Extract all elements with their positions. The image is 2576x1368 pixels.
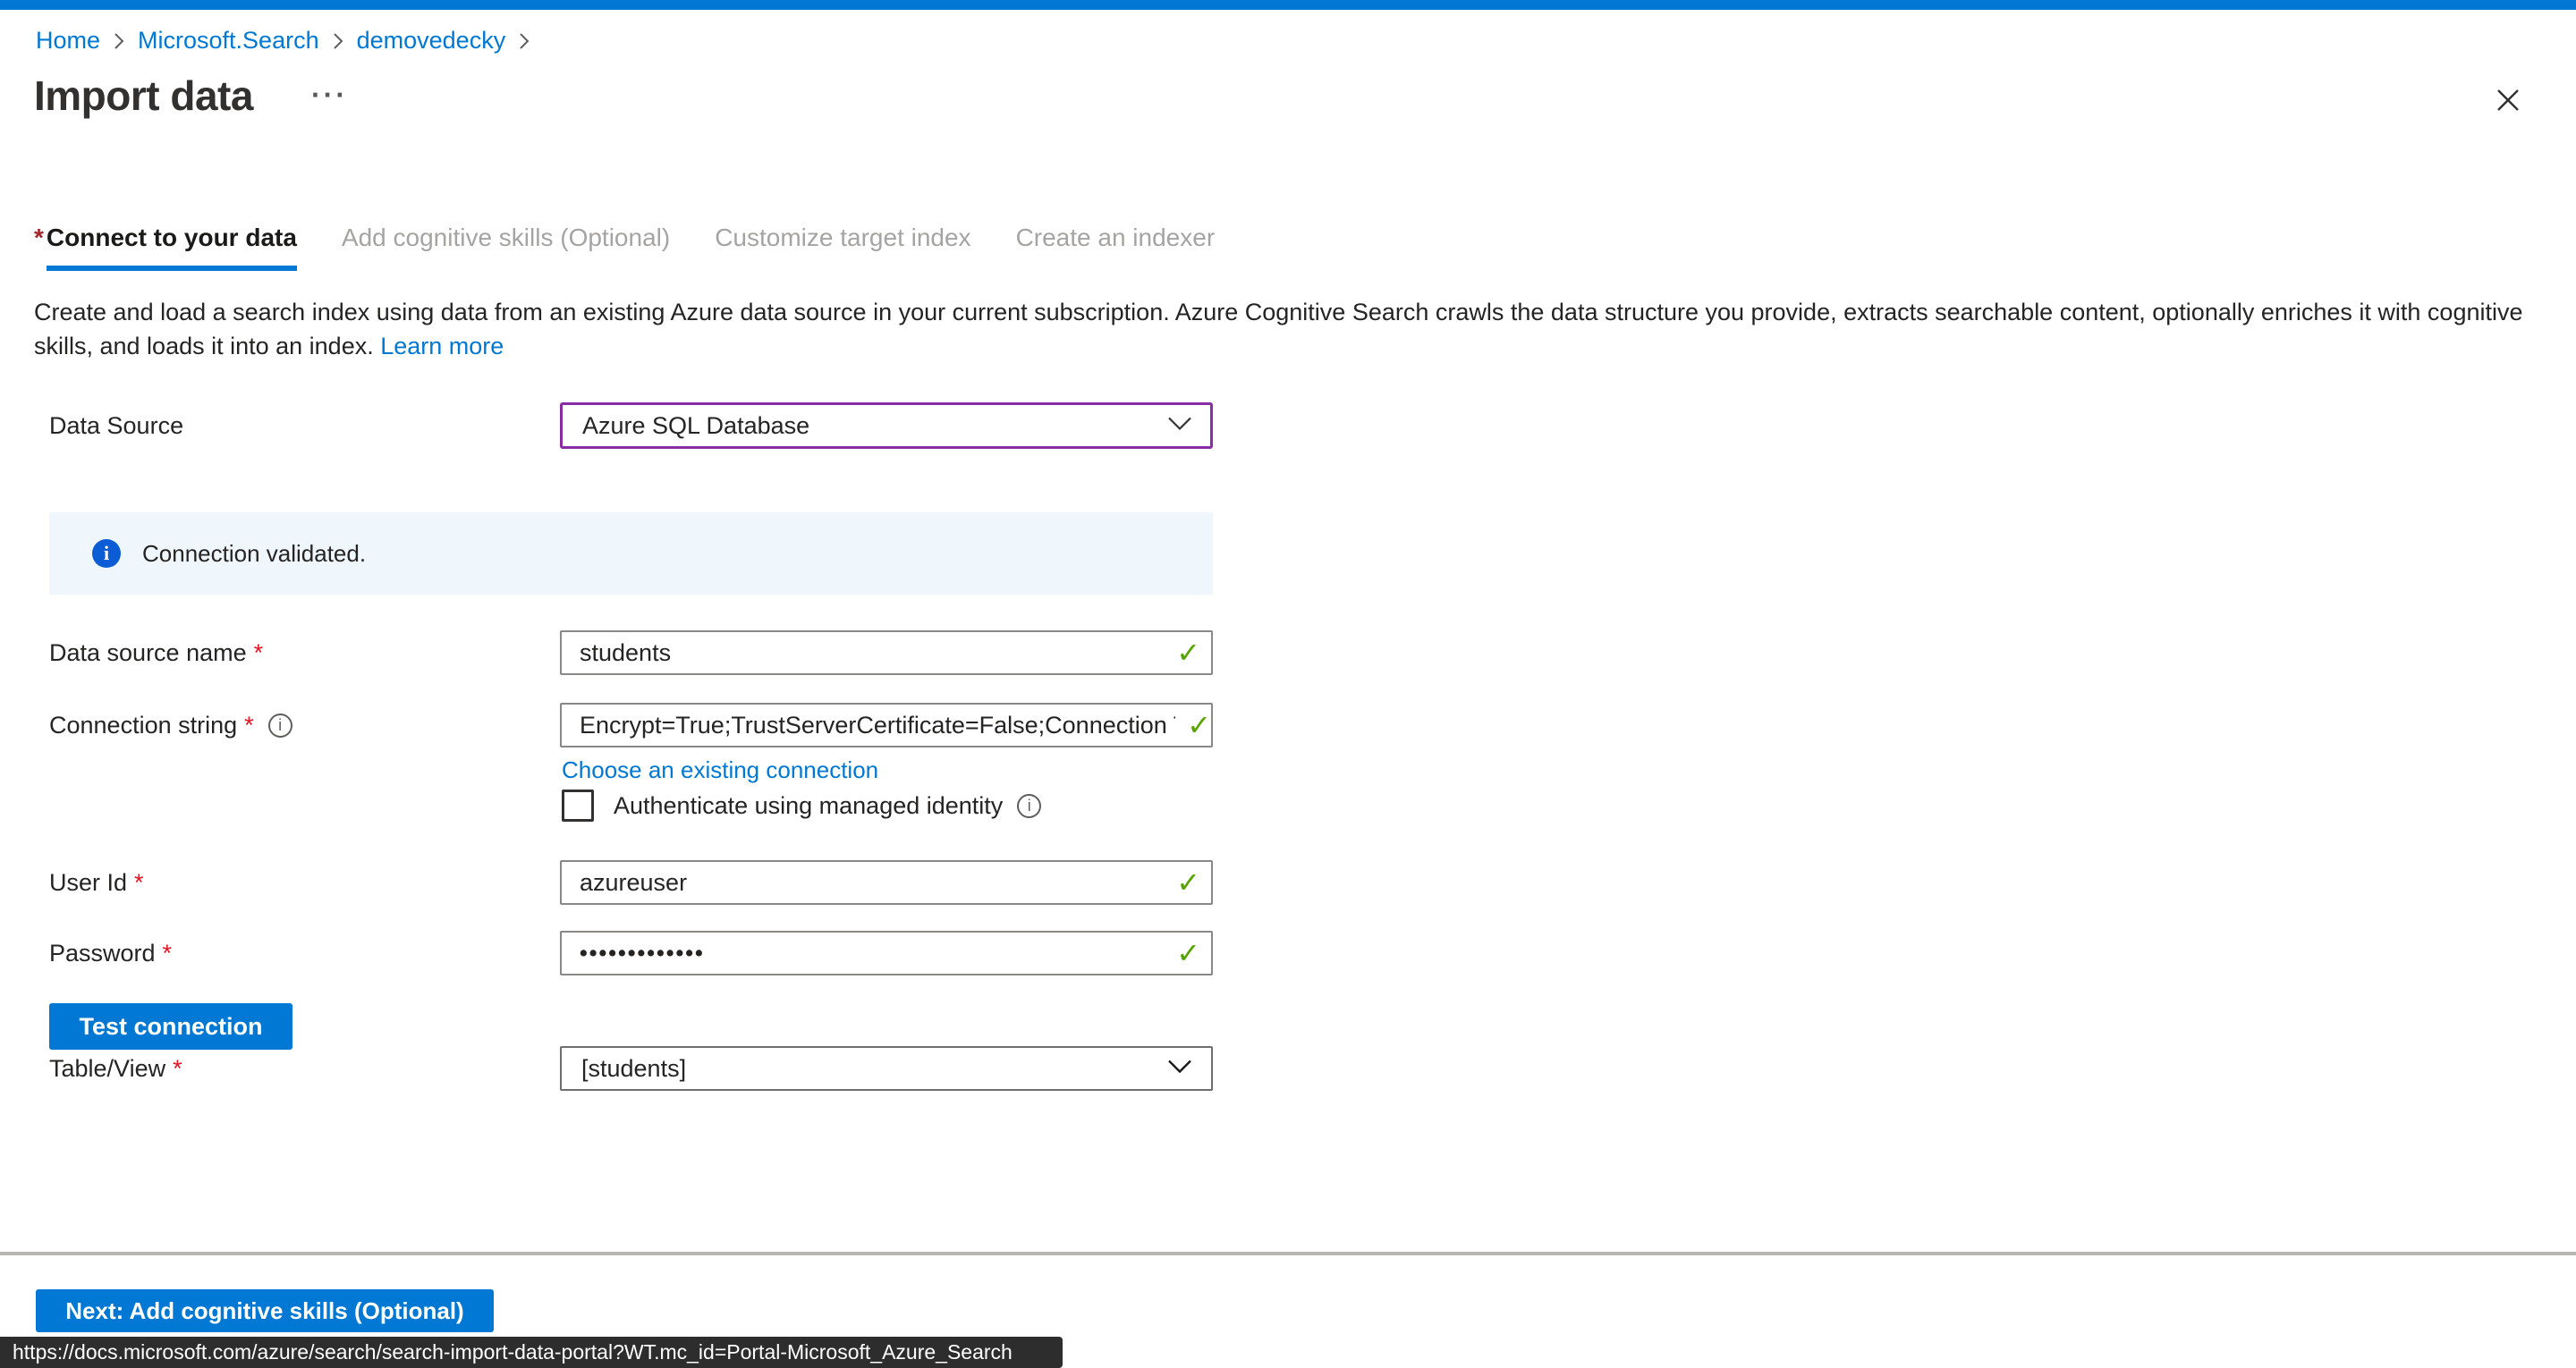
breadcrumb-demovedecky[interactable]: demovedecky	[357, 27, 506, 55]
data-source-name-fieldwrap: ✓	[560, 630, 1213, 675]
field-label-text: Data Source	[49, 412, 183, 440]
managed-identity-label: Authenticate using managed identity	[614, 792, 1003, 820]
tab-label: Create an indexer	[1016, 224, 1216, 251]
next-add-cognitive-skills-button[interactable]: Next: Add cognitive skills (Optional)	[36, 1289, 494, 1332]
table-view-fieldwrap: [students]	[560, 1046, 1213, 1091]
learn-more-link[interactable]: Learn more	[380, 333, 504, 359]
field-label-text: Table/View	[49, 1055, 165, 1083]
chevron-right-icon	[518, 31, 530, 51]
intro-text: Create and load a search index using dat…	[34, 295, 2544, 363]
required-asterisk: *	[163, 940, 173, 967]
azure-top-bar	[0, 0, 2576, 10]
tab-customize-target-index[interactable]: Customize target index	[715, 224, 970, 252]
chevron-right-icon	[332, 31, 344, 51]
info-filled-icon: i	[92, 539, 121, 568]
data-source-name-label: Data source name *	[49, 639, 560, 667]
field-label-text: User Id	[49, 869, 127, 897]
field-label-text: Connection string	[49, 712, 237, 739]
data-source-name-input[interactable]	[560, 630, 1213, 675]
breadcrumb-microsoft-search[interactable]: Microsoft.Search	[138, 27, 319, 55]
table-view-dropdown[interactable]: [students]	[560, 1046, 1213, 1091]
table-view-row: Table/View * [students]	[49, 1046, 1213, 1091]
breadcrumb-home[interactable]: Home	[36, 27, 100, 55]
required-asterisk: *	[254, 639, 264, 667]
data-source-label: Data Source	[49, 412, 560, 440]
close-icon[interactable]	[2488, 80, 2528, 120]
password-label: Password *	[49, 940, 560, 967]
connection-string-input[interactable]	[560, 703, 1213, 747]
table-view-value: [students]	[581, 1055, 686, 1083]
managed-identity-row: Authenticate using managed identity i	[562, 790, 1041, 822]
connection-string-label: Connection string * i	[49, 712, 560, 739]
info-outline-icon[interactable]: i	[1017, 794, 1041, 818]
data-source-name-row: Data source name * ✓	[49, 630, 1213, 675]
field-label-text: Data source name	[49, 639, 247, 667]
password-input[interactable]	[560, 931, 1213, 975]
chevron-right-icon	[113, 31, 125, 51]
required-asterisk: *	[134, 869, 144, 897]
table-view-label: Table/View *	[49, 1055, 560, 1083]
status-url-text: https://docs.microsoft.com/azure/search/…	[13, 1340, 1013, 1364]
page-title: Import data	[34, 72, 253, 120]
test-connection-button[interactable]: Test connection	[49, 1003, 292, 1050]
breadcrumb: Home Microsoft.Search demovedecky	[36, 27, 543, 55]
tab-add-cognitive-skills[interactable]: Add cognitive skills (Optional)	[342, 224, 670, 252]
banner-message: Connection validated.	[142, 540, 366, 568]
data-source-dropdown[interactable]: Azure SQL Database	[560, 402, 1213, 449]
user-id-row: User Id * ✓	[49, 860, 1213, 905]
connection-string-fieldwrap: ✓	[560, 703, 1213, 747]
context-menu-ellipsis-icon[interactable]: ···	[311, 79, 348, 112]
data-source-row: Data Source Azure SQL Database	[49, 402, 1213, 449]
footer-divider	[0, 1252, 2576, 1255]
connection-string-row: Connection string * i ✓	[49, 703, 1213, 747]
password-row: Password * ✓	[49, 931, 1213, 975]
user-id-fieldwrap: ✓	[560, 860, 1213, 905]
required-asterisk: *	[173, 1055, 182, 1083]
wizard-tabs: *Connect to your data Add cognitive skil…	[34, 224, 1259, 271]
choose-existing-connection-link[interactable]: Choose an existing connection	[562, 756, 878, 784]
managed-identity-checkbox[interactable]	[562, 790, 594, 822]
info-outline-icon[interactable]: i	[268, 714, 292, 738]
tab-label: Customize target index	[715, 224, 970, 251]
tab-connect-to-your-data[interactable]: *Connect to your data	[34, 224, 297, 271]
required-asterisk: *	[244, 712, 254, 739]
required-asterisk: *	[34, 224, 44, 251]
status-url-bar: https://docs.microsoft.com/azure/search/…	[0, 1337, 1063, 1368]
user-id-input[interactable]	[560, 860, 1213, 905]
field-label-text: Password	[49, 940, 156, 967]
user-id-label: User Id *	[49, 869, 560, 897]
password-fieldwrap: ✓	[560, 931, 1213, 975]
tab-label: Connect to your data	[47, 224, 297, 271]
connection-validated-banner: i Connection validated.	[49, 512, 1213, 595]
tab-create-an-indexer[interactable]: Create an indexer	[1016, 224, 1216, 252]
data-source-fieldwrap: Azure SQL Database	[560, 402, 1213, 449]
tab-label: Add cognitive skills (Optional)	[342, 224, 670, 251]
data-source-value: Azure SQL Database	[582, 412, 809, 440]
import-data-page: Home Microsoft.Search demovedecky Import…	[0, 0, 2576, 1368]
